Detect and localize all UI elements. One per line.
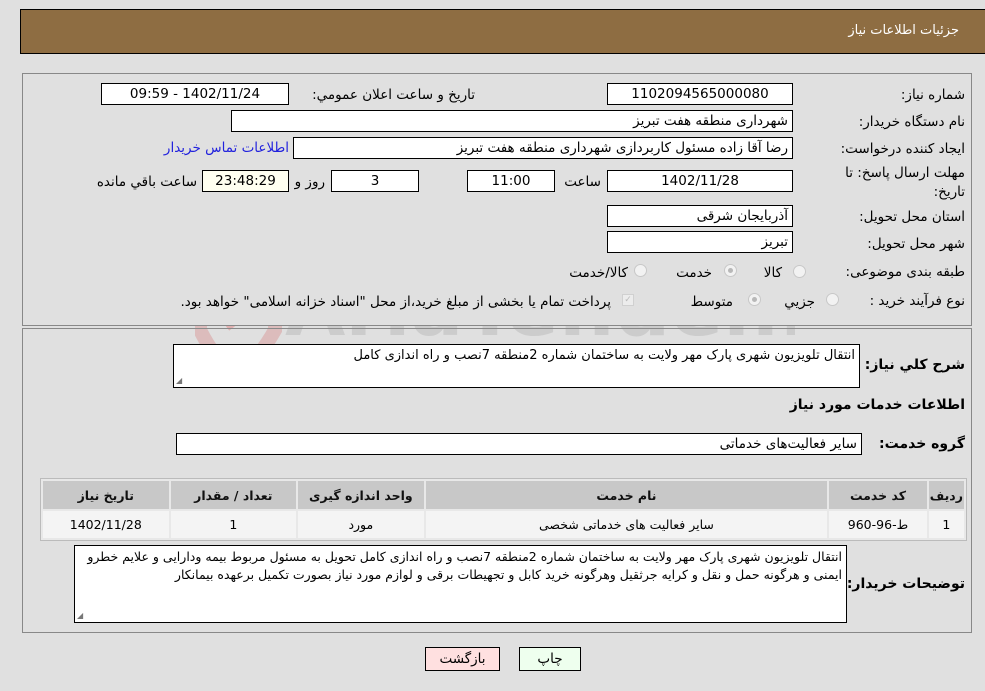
col-header-service-code: کد خدمت xyxy=(829,481,927,509)
cell-service-name: سایر فعالیت های خدماتی شخصی xyxy=(425,511,828,538)
time-remaining-label: ساعت باقي مانده xyxy=(96,174,197,190)
buyer-contact-link[interactable]: اطلاعات تماس خریدار xyxy=(164,140,289,156)
time-remaining-field[interactable]: 23:48:29 xyxy=(202,170,289,192)
resize-grip-icon[interactable]: ◢ xyxy=(77,612,85,620)
page-header: جزئیات اطلاعات نیاز xyxy=(20,9,985,54)
treasury-checkbox[interactable]: ✓ xyxy=(622,294,634,306)
cell-quantity: 1 xyxy=(170,511,297,538)
process-option-medium: متوسط xyxy=(690,294,733,310)
creator-field[interactable]: رضا آقا زاده مسئول کاربردازی شهرداری منط… xyxy=(293,137,793,159)
category-radio-goods[interactable] xyxy=(793,265,806,278)
category-label: طبقه بندی موضوعی: xyxy=(845,264,965,280)
province-label: استان محل تحویل: xyxy=(859,209,965,225)
treasury-note: پرداخت تمام یا بخشی از مبلغ خرید،از محل … xyxy=(180,294,611,310)
buyer-notes-text: انتقال تلویزیون شهری پارک مهر ولایت به س… xyxy=(87,549,842,582)
col-header-row-number: ردیف xyxy=(928,481,964,509)
table-row: 1 ط-96-960 سایر فعالیت های خدماتی شخصی م… xyxy=(43,511,964,538)
col-header-unit: واحد اندازه گیری xyxy=(298,481,424,509)
category-option-goods: کالا xyxy=(763,265,782,281)
buyer-org-label: نام دستگاه خریدار: xyxy=(858,114,965,130)
days-remaining-field[interactable]: 3 xyxy=(331,170,419,192)
col-header-need-date: تاریخ نیاز xyxy=(43,481,169,509)
deadline-time-label: ساعت xyxy=(564,174,601,190)
process-radio-medium[interactable] xyxy=(748,293,761,306)
cell-service-code: ط-96-960 xyxy=(829,511,927,538)
category-radio-goods-service[interactable] xyxy=(634,264,647,277)
process-option-minor: جزيي xyxy=(784,294,815,310)
category-option-goods-service: کالا/خدمت xyxy=(569,265,628,281)
summary-text: انتقال تلویزیون شهری پارک مهر ولایت به س… xyxy=(353,348,856,363)
announce-datetime-field[interactable]: 1402/11/24 - 09:59 xyxy=(101,83,289,105)
page-title: جزئیات اطلاعات نیاز xyxy=(848,23,959,38)
deadline-time-field[interactable]: 11:00 xyxy=(467,170,555,192)
need-number-field[interactable]: 1102094565000080 xyxy=(607,83,793,105)
province-field[interactable]: آذربایجان شرقی xyxy=(607,205,793,227)
print-button[interactable]: چاپ xyxy=(519,647,581,671)
city-field[interactable]: تبریز xyxy=(607,231,793,253)
col-header-quantity: تعداد / مقدار xyxy=(170,481,297,509)
back-button[interactable]: بازگشت xyxy=(425,647,500,671)
buyer-org-field[interactable]: شهرداری منطقه هفت تبریز xyxy=(231,110,793,132)
summary-textarea[interactable]: انتقال تلویزیون شهری پارک مهر ولایت به س… xyxy=(173,344,860,388)
deadline-label: مهلت ارسال پاسخ: تا تاریخ: xyxy=(845,165,965,200)
col-header-service-name: نام خدمت xyxy=(425,481,828,509)
announce-label: تاریخ و ساعت اعلان عمومي: xyxy=(312,87,475,103)
category-radio-service[interactable] xyxy=(724,264,737,277)
service-group-label: گروه خدمت: xyxy=(879,436,965,452)
city-label: شهر محل تحویل: xyxy=(867,236,965,252)
category-option-service: خدمت xyxy=(676,265,712,281)
cell-need-date: 1402/11/28 xyxy=(43,511,169,538)
cell-row-number: 1 xyxy=(928,511,964,538)
need-number-label: شماره نیاز: xyxy=(900,87,965,103)
services-heading: اطلاعات خدمات مورد نیاز xyxy=(789,397,965,413)
cell-unit: مورد xyxy=(298,511,424,538)
services-table: ردیف کد خدمت نام خدمت واحد اندازه گیری ت… xyxy=(40,478,967,541)
days-label: روز و xyxy=(294,174,325,190)
table-header-row: ردیف کد خدمت نام خدمت واحد اندازه گیری ت… xyxy=(43,481,964,509)
resize-grip-icon[interactable]: ◢ xyxy=(176,377,184,385)
buyer-notes-textarea[interactable]: انتقال تلویزیون شهری پارک مهر ولایت به س… xyxy=(74,545,847,623)
service-group-field[interactable]: سایر فعالیت‌های خدماتی xyxy=(176,433,862,455)
creator-label: ایجاد کننده درخواست: xyxy=(840,141,965,157)
process-label: نوع فرآیند خرید : xyxy=(869,293,965,309)
summary-label: شرح کلي نیاز: xyxy=(864,357,965,373)
deadline-date-field[interactable]: 1402/11/28 xyxy=(607,170,793,192)
process-radio-minor[interactable] xyxy=(826,293,839,306)
buyer-notes-label: توضیحات خریدار: xyxy=(846,576,965,592)
